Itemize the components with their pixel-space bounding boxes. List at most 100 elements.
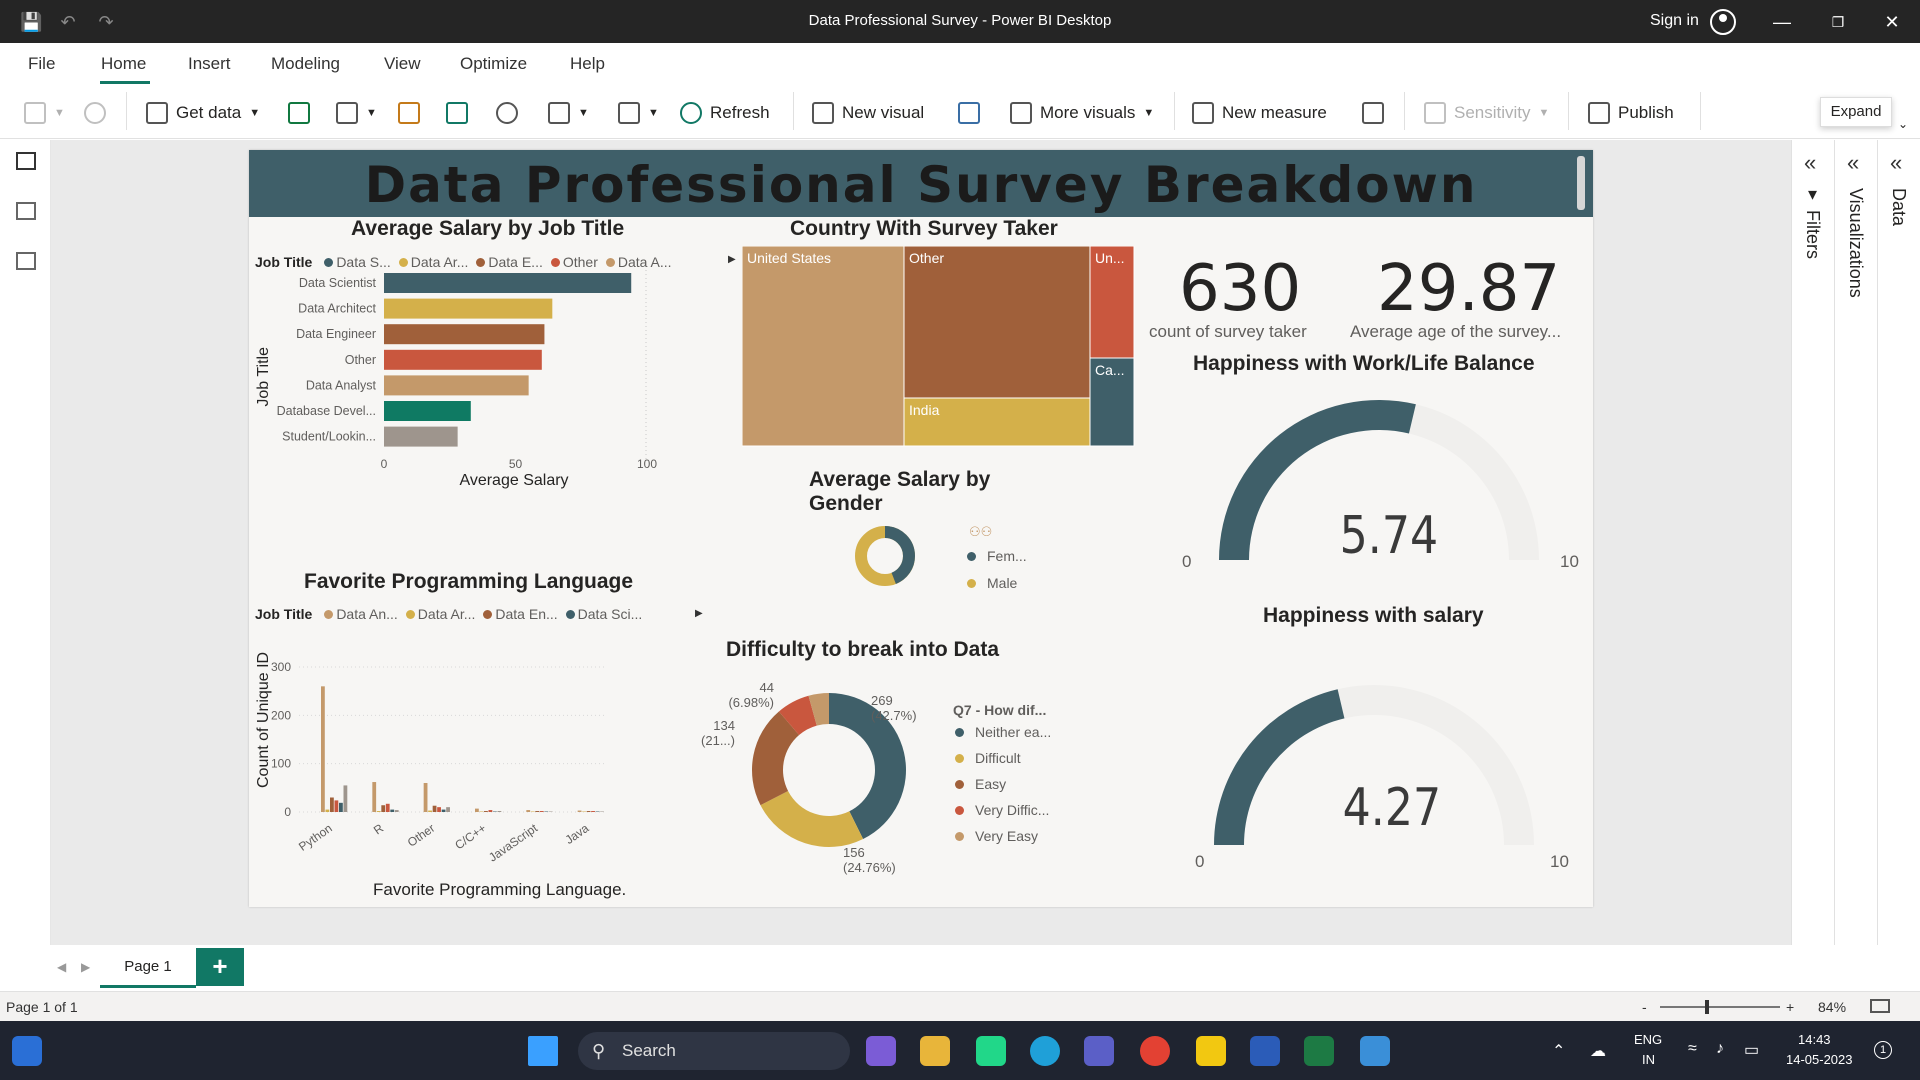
language-bar[interactable] bbox=[437, 807, 441, 812]
language-bar[interactable] bbox=[423, 783, 428, 812]
refresh-button[interactable]: Refresh bbox=[680, 99, 770, 127]
language-bar[interactable] bbox=[334, 800, 339, 812]
menu-insert[interactable]: Insert bbox=[188, 54, 231, 74]
language-bar[interactable] bbox=[330, 797, 334, 813]
legend-item[interactable]: Data A... bbox=[605, 254, 672, 270]
power-bi-icon[interactable] bbox=[1196, 1036, 1226, 1066]
menu-optimize[interactable]: Optimize bbox=[460, 54, 527, 74]
account-icon[interactable] bbox=[1710, 9, 1736, 35]
notification-badge[interactable]: 1 bbox=[1874, 1041, 1892, 1059]
new-visual-button[interactable]: New visual bbox=[812, 99, 924, 127]
language-bar[interactable] bbox=[325, 809, 330, 812]
legend-item[interactable]: Data En... bbox=[483, 606, 558, 622]
excel-taskbar-icon[interactable] bbox=[1304, 1036, 1334, 1066]
show-hidden-icons[interactable]: ⌃ bbox=[1552, 1041, 1565, 1061]
menu-home[interactable]: Home bbox=[101, 54, 146, 74]
salary-bar[interactable] bbox=[384, 375, 529, 396]
copilot-icon[interactable] bbox=[1084, 1036, 1114, 1066]
excel-button[interactable] bbox=[288, 99, 310, 127]
minimize-icon[interactable]: — bbox=[1770, 10, 1794, 34]
menu-modeling[interactable]: Modeling bbox=[271, 54, 340, 74]
legend-item[interactable]: Other bbox=[550, 254, 598, 270]
page-tab-1[interactable]: Page 1 bbox=[100, 946, 196, 988]
language-bar[interactable] bbox=[475, 808, 479, 812]
clock-time[interactable]: 14:43 bbox=[1798, 1032, 1831, 1047]
paste-button[interactable]: ▼ bbox=[24, 99, 65, 127]
volume-icon[interactable]: ♪ bbox=[1716, 1040, 1724, 1058]
edge-icon[interactable] bbox=[1030, 1036, 1060, 1066]
filters-pane[interactable]: « ▾ Filters bbox=[1792, 140, 1835, 945]
salary-bar[interactable] bbox=[384, 401, 471, 421]
next-page-icon[interactable]: ▶ bbox=[81, 960, 90, 974]
language-bar[interactable] bbox=[339, 802, 343, 812]
visualizations-pane[interactable]: « Visualizations bbox=[1835, 140, 1878, 945]
language-bar[interactable] bbox=[372, 782, 377, 812]
sign-in-link[interactable]: Sign in bbox=[1650, 12, 1699, 30]
dataverse-button[interactable] bbox=[496, 99, 518, 127]
language-bar[interactable] bbox=[394, 810, 399, 812]
language-bar[interactable] bbox=[446, 807, 450, 812]
format-painter-button[interactable] bbox=[84, 99, 106, 127]
language-indicator-2[interactable]: IN bbox=[1642, 1052, 1655, 1067]
zoom-in-button[interactable]: + bbox=[1786, 999, 1794, 1015]
language-bar[interactable] bbox=[428, 810, 432, 812]
battery-icon[interactable]: ▭ bbox=[1744, 1040, 1759, 1060]
language-bar[interactable] bbox=[321, 686, 325, 812]
legend-item[interactable]: Data E... bbox=[476, 254, 543, 270]
language-bar[interactable] bbox=[539, 811, 544, 812]
word-icon[interactable] bbox=[1250, 1036, 1280, 1066]
drill-arrow-icon[interactable]: ▶ bbox=[728, 254, 736, 265]
treemap-other[interactable] bbox=[903, 246, 1091, 399]
recent-sources-button[interactable]: ▼ bbox=[548, 99, 589, 127]
pycharm-icon[interactable] bbox=[976, 1036, 1006, 1066]
difficulty-legend-item[interactable]: Very Diffic... bbox=[955, 802, 1049, 818]
language-indicator-1[interactable]: ENG bbox=[1634, 1032, 1662, 1047]
legend-next-arrow-icon[interactable]: ▶ bbox=[695, 608, 703, 619]
salary-bar[interactable] bbox=[384, 324, 545, 345]
expand-filters-icon[interactable]: « bbox=[1804, 150, 1816, 176]
language-bar[interactable] bbox=[385, 803, 390, 812]
get-data-button[interactable]: Get data ▼ bbox=[146, 99, 260, 127]
new-measure-button[interactable]: New measure bbox=[1192, 99, 1327, 127]
menu-file[interactable]: File bbox=[28, 54, 55, 74]
language-bar[interactable] bbox=[381, 805, 386, 812]
difficulty-legend-item[interactable]: Difficult bbox=[955, 750, 1021, 766]
wifi-icon[interactable]: ≈ bbox=[1688, 1040, 1697, 1058]
gender-legend-female[interactable]: Fem... bbox=[967, 548, 1027, 564]
difficulty-legend-item[interactable]: Neither ea... bbox=[955, 724, 1051, 740]
expand-data-icon[interactable]: « bbox=[1890, 150, 1902, 176]
salary-bar[interactable] bbox=[384, 273, 632, 293]
menu-help[interactable]: Help bbox=[570, 54, 605, 74]
chrome-icon[interactable] bbox=[1140, 1036, 1170, 1066]
language-bar[interactable] bbox=[577, 810, 582, 812]
language-bar[interactable] bbox=[591, 811, 595, 812]
language-chart[interactable]: 300 200 100 0 Python R Other C/C++JavaScript Jav… bbox=[249, 622, 689, 862]
difficulty-legend-item[interactable]: Easy bbox=[955, 776, 1006, 792]
sensitivity-button[interactable]: Sensitivity ▼ bbox=[1424, 99, 1549, 127]
language-bar[interactable] bbox=[535, 811, 540, 812]
legend-item[interactable]: Data Ar... bbox=[398, 254, 468, 270]
language-bar[interactable] bbox=[376, 811, 381, 812]
salary-bar[interactable] bbox=[384, 426, 458, 447]
salary-bar[interactable] bbox=[384, 349, 542, 370]
data-pane[interactable]: « Data bbox=[1878, 140, 1920, 945]
prev-page-icon[interactable]: ◀ bbox=[57, 960, 66, 974]
salary-bar[interactable] bbox=[384, 298, 553, 319]
collapse-ribbon-icon[interactable]: ⌄ bbox=[1898, 117, 1908, 131]
legend-item[interactable]: Data Ar... bbox=[405, 606, 475, 622]
fit-page-icon[interactable] bbox=[1870, 999, 1890, 1013]
menu-view[interactable]: View bbox=[384, 54, 421, 74]
treemap-united-states[interactable] bbox=[742, 246, 905, 447]
file-explorer-icon[interactable] bbox=[920, 1036, 950, 1066]
salary-by-job-chart[interactable]: Data Scientist Data Architect Data Enginee… bbox=[249, 270, 749, 500]
report-view-icon[interactable] bbox=[16, 152, 36, 170]
language-bar[interactable] bbox=[586, 811, 591, 812]
start-icon[interactable] bbox=[528, 1036, 558, 1066]
language-bar[interactable] bbox=[390, 809, 395, 812]
language-bar[interactable] bbox=[484, 811, 488, 812]
clock-date[interactable]: 14-05-2023 bbox=[1786, 1052, 1853, 1067]
sql-button[interactable] bbox=[398, 99, 420, 127]
zoom-out-button[interactable]: - bbox=[1642, 999, 1647, 1015]
onedrive-icon[interactable]: ☁ bbox=[1590, 1041, 1606, 1061]
gender-legend-male[interactable]: Male bbox=[967, 575, 1017, 591]
